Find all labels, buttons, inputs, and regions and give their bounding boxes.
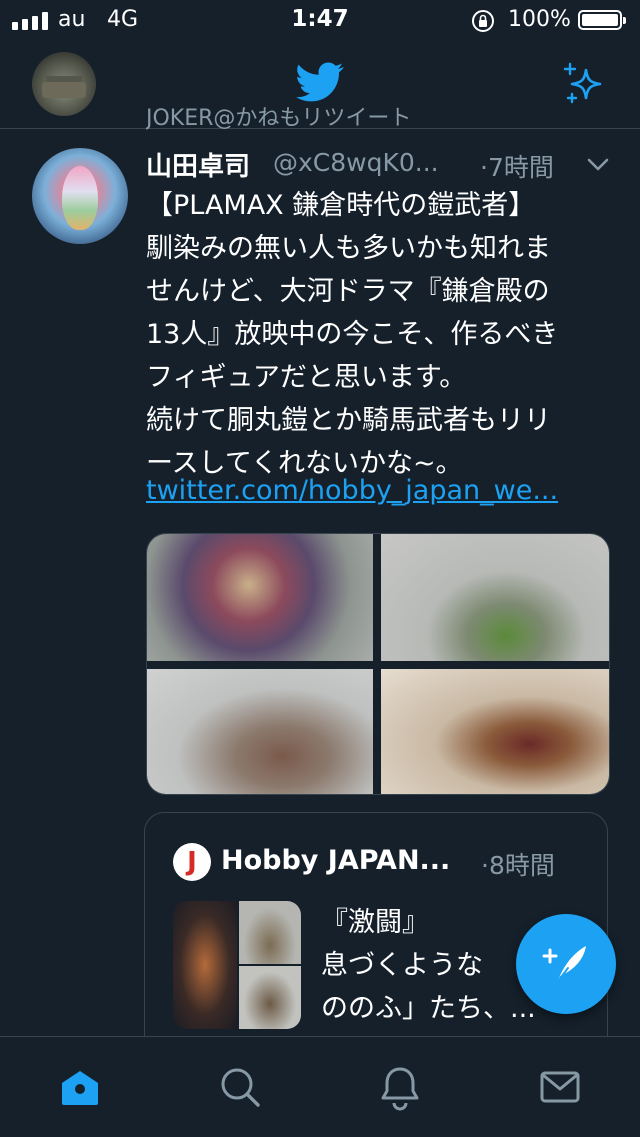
status-bar: au 4G 1:47 100% [0,0,640,40]
feather-plus-icon [542,946,586,985]
tweet-author-avatar[interactable] [32,148,128,244]
tweet-author-handle[interactable]: @xC8wqK0... [273,148,439,177]
tweet-photo[interactable] [381,669,609,794]
quoted-thumbnail [173,901,301,1029]
quoted-timestamp: ·8時間 [481,851,555,880]
tweet-photo[interactable] [381,534,609,661]
orientation-lock-icon [470,8,496,34]
twitter-bird-icon[interactable] [292,58,348,106]
tweet-timestamp: ·7時間 [480,153,554,182]
bottom-tab-bar [0,1036,640,1137]
compose-tweet-button[interactable] [516,914,616,1014]
tweet-author-name[interactable]: 山田卓司 [146,146,250,183]
tweet-link[interactable]: twitter.com/hobby_japan_we... [146,475,558,506]
battery-icon [578,10,626,30]
tweet-photo[interactable] [147,669,373,794]
profile-avatar[interactable] [32,52,96,116]
home-icon[interactable] [54,1061,106,1113]
retweet-context[interactable]: JOKER@かねもリツイート [146,106,411,132]
quoted-author-avatar [173,843,211,881]
chevron-down-icon[interactable] [584,150,612,178]
quoted-author-name: Hobby JAPAN... [221,845,451,876]
battery-percent: 100% [508,7,571,32]
tweet-photo[interactable] [147,534,373,661]
tweet-photo-grid [146,533,610,795]
search-icon[interactable] [214,1061,266,1113]
messages-icon[interactable] [534,1061,586,1113]
notifications-icon[interactable] [374,1061,426,1113]
sparkle-icon[interactable] [558,58,608,108]
tweet-text: 【PLAMAX 鎌倉時代の鎧武者】 馴染みの無い人も多いかも知れま せんけど、大… [146,190,559,479]
